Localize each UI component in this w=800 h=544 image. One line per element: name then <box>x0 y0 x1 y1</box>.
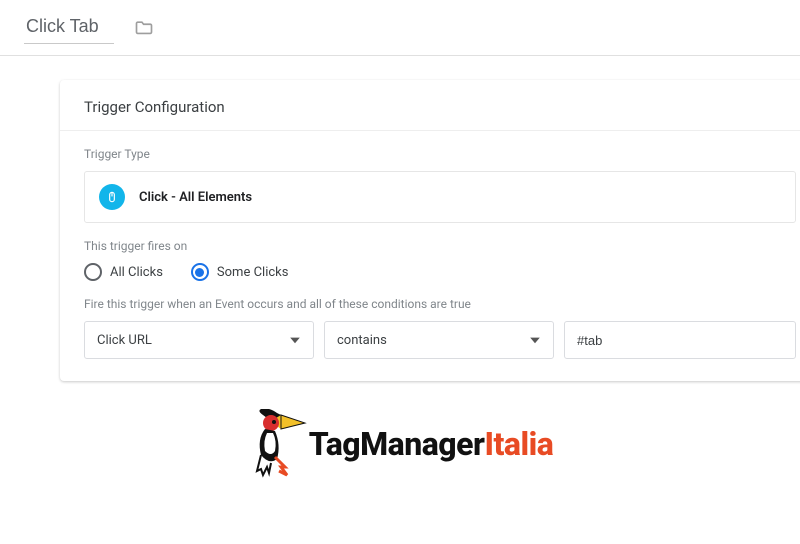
trigger-name-input[interactable] <box>24 12 114 44</box>
radio-icon <box>191 263 209 281</box>
trigger-card: Trigger Configuration Trigger Type Click… <box>60 80 800 381</box>
logo-text: TagManagerItalia <box>309 425 554 463</box>
condition-variable-select[interactable]: Click URL <box>84 321 314 359</box>
condition-value-input[interactable] <box>564 321 796 359</box>
logo-text-accent: Italia <box>484 425 553 463</box>
condition-label: Fire this trigger when an Event occurs a… <box>84 297 796 311</box>
woodpecker-icon <box>247 409 309 479</box>
select-value: contains <box>337 333 387 348</box>
top-bar <box>0 0 800 56</box>
trigger-type-label: Trigger Type <box>84 147 796 161</box>
radio-icon <box>84 263 102 281</box>
condition-section: Fire this trigger when an Event occurs a… <box>60 281 800 359</box>
radio-all-clicks[interactable]: All Clicks <box>84 263 163 281</box>
card-heading: Trigger Configuration <box>60 80 800 131</box>
chevron-down-icon <box>287 332 303 348</box>
chevron-down-icon <box>527 332 543 348</box>
fires-on-label: This trigger fires on <box>84 239 796 253</box>
radio-label-some: Some Clicks <box>217 265 289 280</box>
trigger-type-selector[interactable]: Click - All Elements <box>84 171 796 223</box>
radio-some-clicks[interactable]: Some Clicks <box>191 263 289 281</box>
logo: TagManagerItalia <box>0 409 800 479</box>
logo-text-main: TagManager <box>309 425 485 463</box>
folder-icon[interactable] <box>134 18 154 38</box>
trigger-type-name: Click - All Elements <box>139 190 252 205</box>
select-value: Click URL <box>97 333 152 348</box>
radio-group: All Clicks Some Clicks <box>84 263 796 281</box>
condition-row: Click URL contains <box>84 321 796 359</box>
radio-label-all: All Clicks <box>110 265 163 280</box>
fires-on-section: This trigger fires on All Clicks Some Cl… <box>60 223 800 281</box>
trigger-type-section: Trigger Type Click - All Elements <box>60 131 800 223</box>
click-icon <box>99 184 125 210</box>
condition-operator-select[interactable]: contains <box>324 321 554 359</box>
